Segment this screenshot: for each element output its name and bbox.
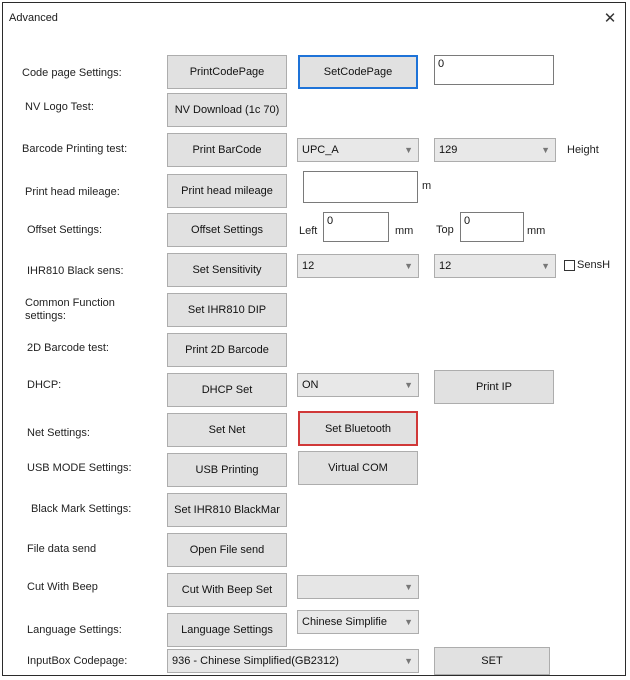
blackmark-label: Black Mark Settings: [31, 503, 132, 515]
cut-beep-set-button[interactable]: Cut With Beep Set [167, 573, 287, 607]
nv-download-button[interactable]: NV Download (1c 70) [167, 93, 287, 127]
offset-top-input[interactable]: 0 [460, 212, 524, 242]
mileage-label: Print head mileage: [25, 186, 120, 198]
usb-label: USB MODE Settings: [27, 462, 132, 474]
print-codepage-button[interactable]: PrintCodePage [167, 55, 287, 89]
chevron-down-icon: ▼ [404, 261, 413, 271]
ihr-label: IHR810 Black sens: [27, 265, 124, 277]
set-dip-button[interactable]: Set IHR810 DIP [167, 293, 287, 327]
print-ip-button[interactable]: Print IP [434, 370, 554, 404]
offset-label: Offset Settings: [27, 224, 103, 236]
offset-top-unit: mm [527, 225, 546, 237]
language-select[interactable]: Chinese Simplifie ▼ [297, 610, 419, 634]
sensh-label: SensH [577, 259, 611, 271]
dhcp-label: DHCP: [27, 379, 62, 391]
barcode-height-value: 129 [439, 144, 458, 156]
height-label: Height [567, 144, 599, 156]
set-blackmark-button[interactable]: Set IHR810 BlackMar [167, 493, 287, 527]
codepage-label: Code page Settings: [22, 67, 122, 79]
barcode-type-select[interactable]: UPC_A ▼ [297, 138, 419, 162]
title-bar: Advanced ✕ [3, 3, 625, 33]
cutbeep-label: Cut With Beep [27, 581, 98, 593]
offset-settings-button[interactable]: Offset Settings [167, 213, 287, 247]
offset-top-label: Top [436, 224, 454, 236]
mileage-unit: m [422, 180, 432, 192]
chevron-down-icon: ▼ [541, 145, 550, 155]
print-2d-barcode-button[interactable]: Print 2D Barcode [167, 333, 287, 367]
inputbox-codepage-value: 936 - Chinese Simplified(GB2312) [172, 655, 339, 667]
chevron-down-icon: ▼ [404, 145, 413, 155]
barcode-type-value: UPC_A [302, 144, 339, 156]
language-label: Language Settings: [27, 624, 122, 636]
barcode2d-label: 2D Barcode test: [27, 342, 109, 354]
set-net-button[interactable]: Set Net [167, 413, 287, 447]
sensitivity-value-1: 12 [302, 260, 315, 272]
offset-left-label: Left [299, 225, 318, 237]
chevron-down-icon: ▼ [404, 656, 413, 666]
advanced-dialog: Advanced ✕ Code page Settings: PrintCode… [2, 2, 626, 676]
window-title: Advanced [9, 12, 58, 24]
common-label: Common Function settings: [25, 297, 115, 322]
barcode-label: Barcode Printing test: [22, 143, 128, 155]
sensitivity-select-2[interactable]: 12 ▼ [434, 254, 556, 278]
net-label: Net Settings: [27, 427, 90, 439]
inputbox-label: InputBox Codepage: [27, 655, 128, 667]
mileage-input[interactable] [303, 171, 418, 203]
language-settings-button[interactable]: Language Settings [167, 613, 287, 647]
offset-left-unit: mm [395, 225, 414, 237]
chevron-down-icon: ▼ [404, 617, 413, 627]
open-file-send-button[interactable]: Open File send [167, 533, 287, 567]
nvlogo-label: NV Logo Test: [25, 101, 94, 113]
usb-printing-button[interactable]: USB Printing [167, 453, 287, 487]
chevron-down-icon: ▼ [404, 380, 413, 390]
sensitivity-select-1[interactable]: 12 ▼ [297, 254, 419, 278]
sensh-checkbox[interactable] [564, 260, 575, 271]
chevron-down-icon: ▼ [541, 261, 550, 271]
virtual-com-button[interactable]: Virtual COM [298, 451, 418, 485]
filedata-label: File data send [27, 543, 97, 555]
offset-left-input[interactable]: 0 [323, 212, 389, 242]
set-codepage-button[interactable]: SetCodePage [298, 55, 418, 89]
inputbox-codepage-select[interactable]: 936 - Chinese Simplified(GB2312) ▼ [167, 649, 419, 673]
sensitivity-value-2: 12 [439, 260, 452, 272]
cutbeep-select[interactable]: ▼ [297, 575, 419, 599]
chevron-down-icon: ▼ [404, 582, 413, 592]
barcode-height-select[interactable]: 129 ▼ [434, 138, 556, 162]
dhcp-select[interactable]: ON ▼ [297, 373, 419, 397]
set-bluetooth-button[interactable]: Set Bluetooth [298, 411, 418, 446]
print-mileage-button[interactable]: Print head mileage [167, 174, 287, 208]
dhcp-value: ON [302, 379, 319, 391]
close-icon[interactable]: ✕ [599, 7, 621, 29]
set-sensitivity-button[interactable]: Set Sensitivity [167, 253, 287, 287]
codepage-input[interactable]: 0 [434, 55, 554, 85]
dhcp-set-button[interactable]: DHCP Set [167, 373, 287, 407]
language-value: Chinese Simplifie [302, 616, 387, 628]
print-barcode-button[interactable]: Print BarCode [167, 133, 287, 167]
set-inputbox-button[interactable]: SET [434, 647, 550, 675]
